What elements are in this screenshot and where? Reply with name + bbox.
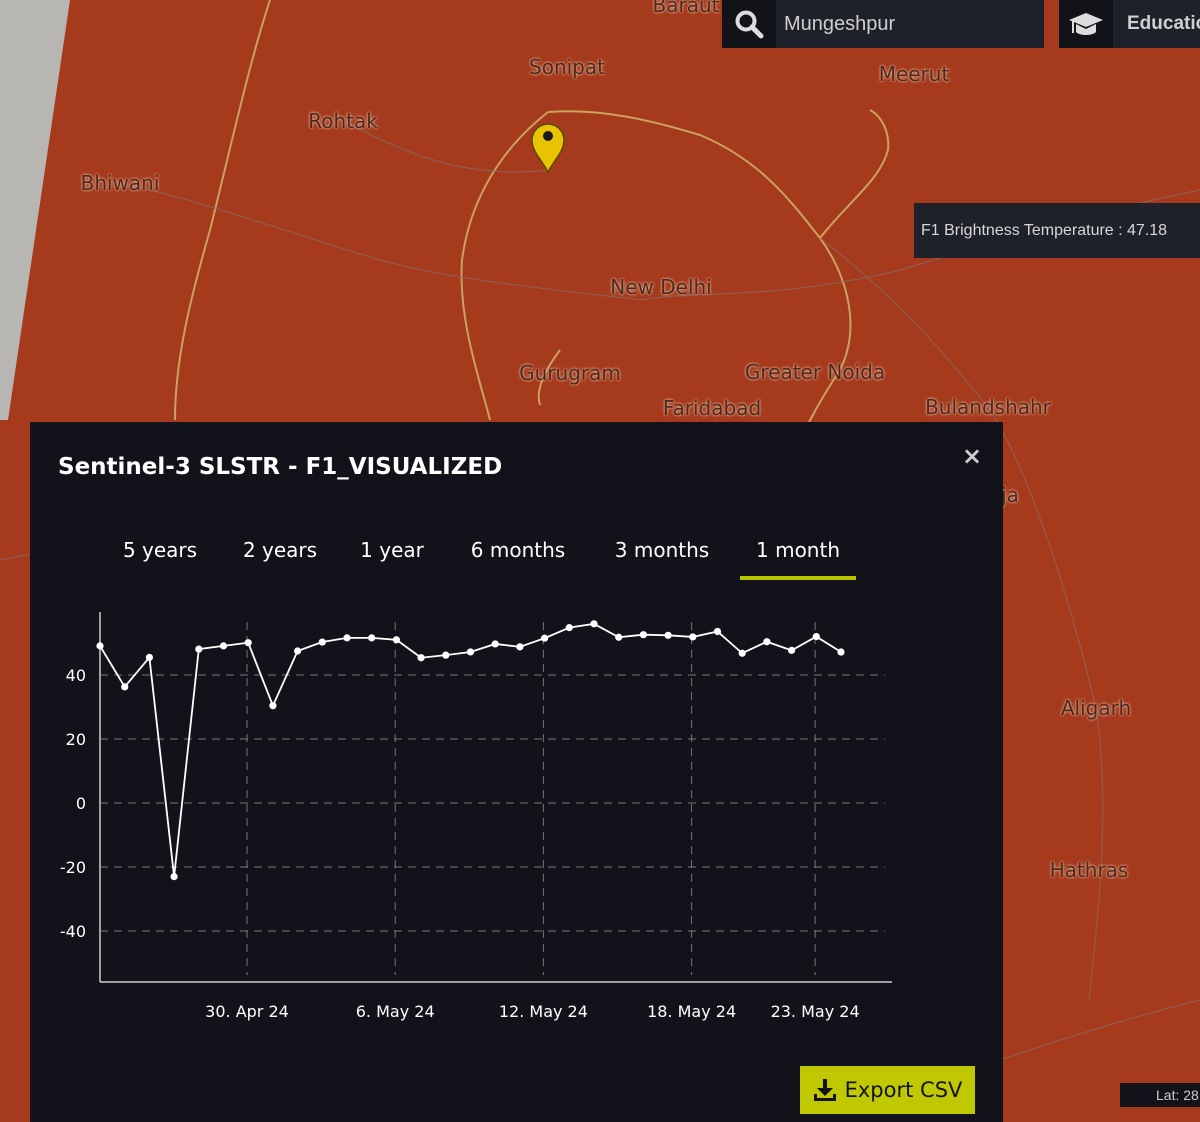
data-point <box>812 633 820 641</box>
city-label: Aligarh <box>1060 696 1132 720</box>
data-point <box>219 642 228 650</box>
data-point <box>121 683 129 691</box>
y-tick-label: 40 <box>66 666 86 685</box>
data-point <box>763 638 771 646</box>
data-point <box>96 642 104 650</box>
data-point <box>664 631 672 639</box>
data-point <box>294 647 302 655</box>
data-point <box>590 620 598 628</box>
data-point <box>689 633 697 641</box>
data-point <box>195 645 203 653</box>
graduation-cap-icon <box>1059 0 1113 48</box>
y-tick-label: -40 <box>60 922 86 941</box>
data-point <box>145 653 153 661</box>
data-point <box>318 638 326 646</box>
city-label: Bulandshahr <box>925 395 1051 419</box>
data-point <box>738 649 746 657</box>
education-label: Education <box>1127 13 1200 34</box>
search-icon[interactable] <box>722 0 776 48</box>
data-point <box>788 646 796 654</box>
city-label: Rohtak <box>308 109 378 133</box>
data-point <box>541 634 549 642</box>
data-point <box>837 648 845 656</box>
location-search[interactable]: Mungeshpur <box>722 0 1044 48</box>
city-label: Hathras <box>1049 858 1129 882</box>
data-point <box>417 654 425 662</box>
city-label: Sonipat <box>529 55 605 79</box>
data-point <box>639 631 648 639</box>
city-label: Gurugram <box>519 361 621 385</box>
data-point <box>615 633 623 641</box>
data-point <box>442 651 450 659</box>
map-marker[interactable] <box>531 123 565 174</box>
data-point <box>368 634 376 642</box>
data-point <box>269 702 277 710</box>
data-point <box>244 639 252 647</box>
data-point <box>516 643 524 651</box>
x-tick-label: 30. Apr 24 <box>205 1002 289 1021</box>
export-label: Export CSV <box>844 1078 963 1102</box>
series-line <box>99 622 842 877</box>
data-point <box>491 640 499 648</box>
x-tick-label: 23. May 24 <box>771 1002 860 1021</box>
timeseries-panel: Sentinel-3 SLSTR - F1_VISUALIZED × 5 yea… <box>30 422 1003 1122</box>
city-label: Greater Noida <box>744 360 886 384</box>
download-icon <box>813 1079 836 1101</box>
line-chart: 40 20 0 -20 -40 30. Apr 24 6. May 24 12. May 24… <box>60 612 892 1021</box>
value-tooltip: F1 Brightness Temperature : 47.18 <box>914 203 1200 258</box>
data-point <box>466 648 475 656</box>
education-button[interactable]: Education <box>1059 0 1200 48</box>
search-input[interactable]: Mungeshpur <box>784 13 895 36</box>
y-tick-label: 0 <box>76 794 86 813</box>
x-tick-label: 6. May 24 <box>356 1002 435 1021</box>
city-label: Bhiwani <box>80 171 160 195</box>
data-point <box>713 627 722 636</box>
x-tick-label: 12. May 24 <box>499 1002 588 1021</box>
x-tick-label: 18. May 24 <box>647 1002 736 1021</box>
data-point <box>343 634 351 642</box>
city-label: Baraut <box>652 0 720 17</box>
y-tick-label: -20 <box>60 858 86 877</box>
data-point <box>565 624 573 632</box>
data-point <box>392 636 400 644</box>
city-label: ja <box>1001 483 1019 507</box>
lat-readout: Lat: 28 <box>1120 1083 1200 1107</box>
data-point <box>170 873 178 881</box>
y-tick-label: 20 <box>66 730 86 749</box>
city-label: Meerut <box>878 62 950 86</box>
city-label: Faridabad <box>662 396 762 420</box>
city-label: New Delhi <box>610 275 712 299</box>
